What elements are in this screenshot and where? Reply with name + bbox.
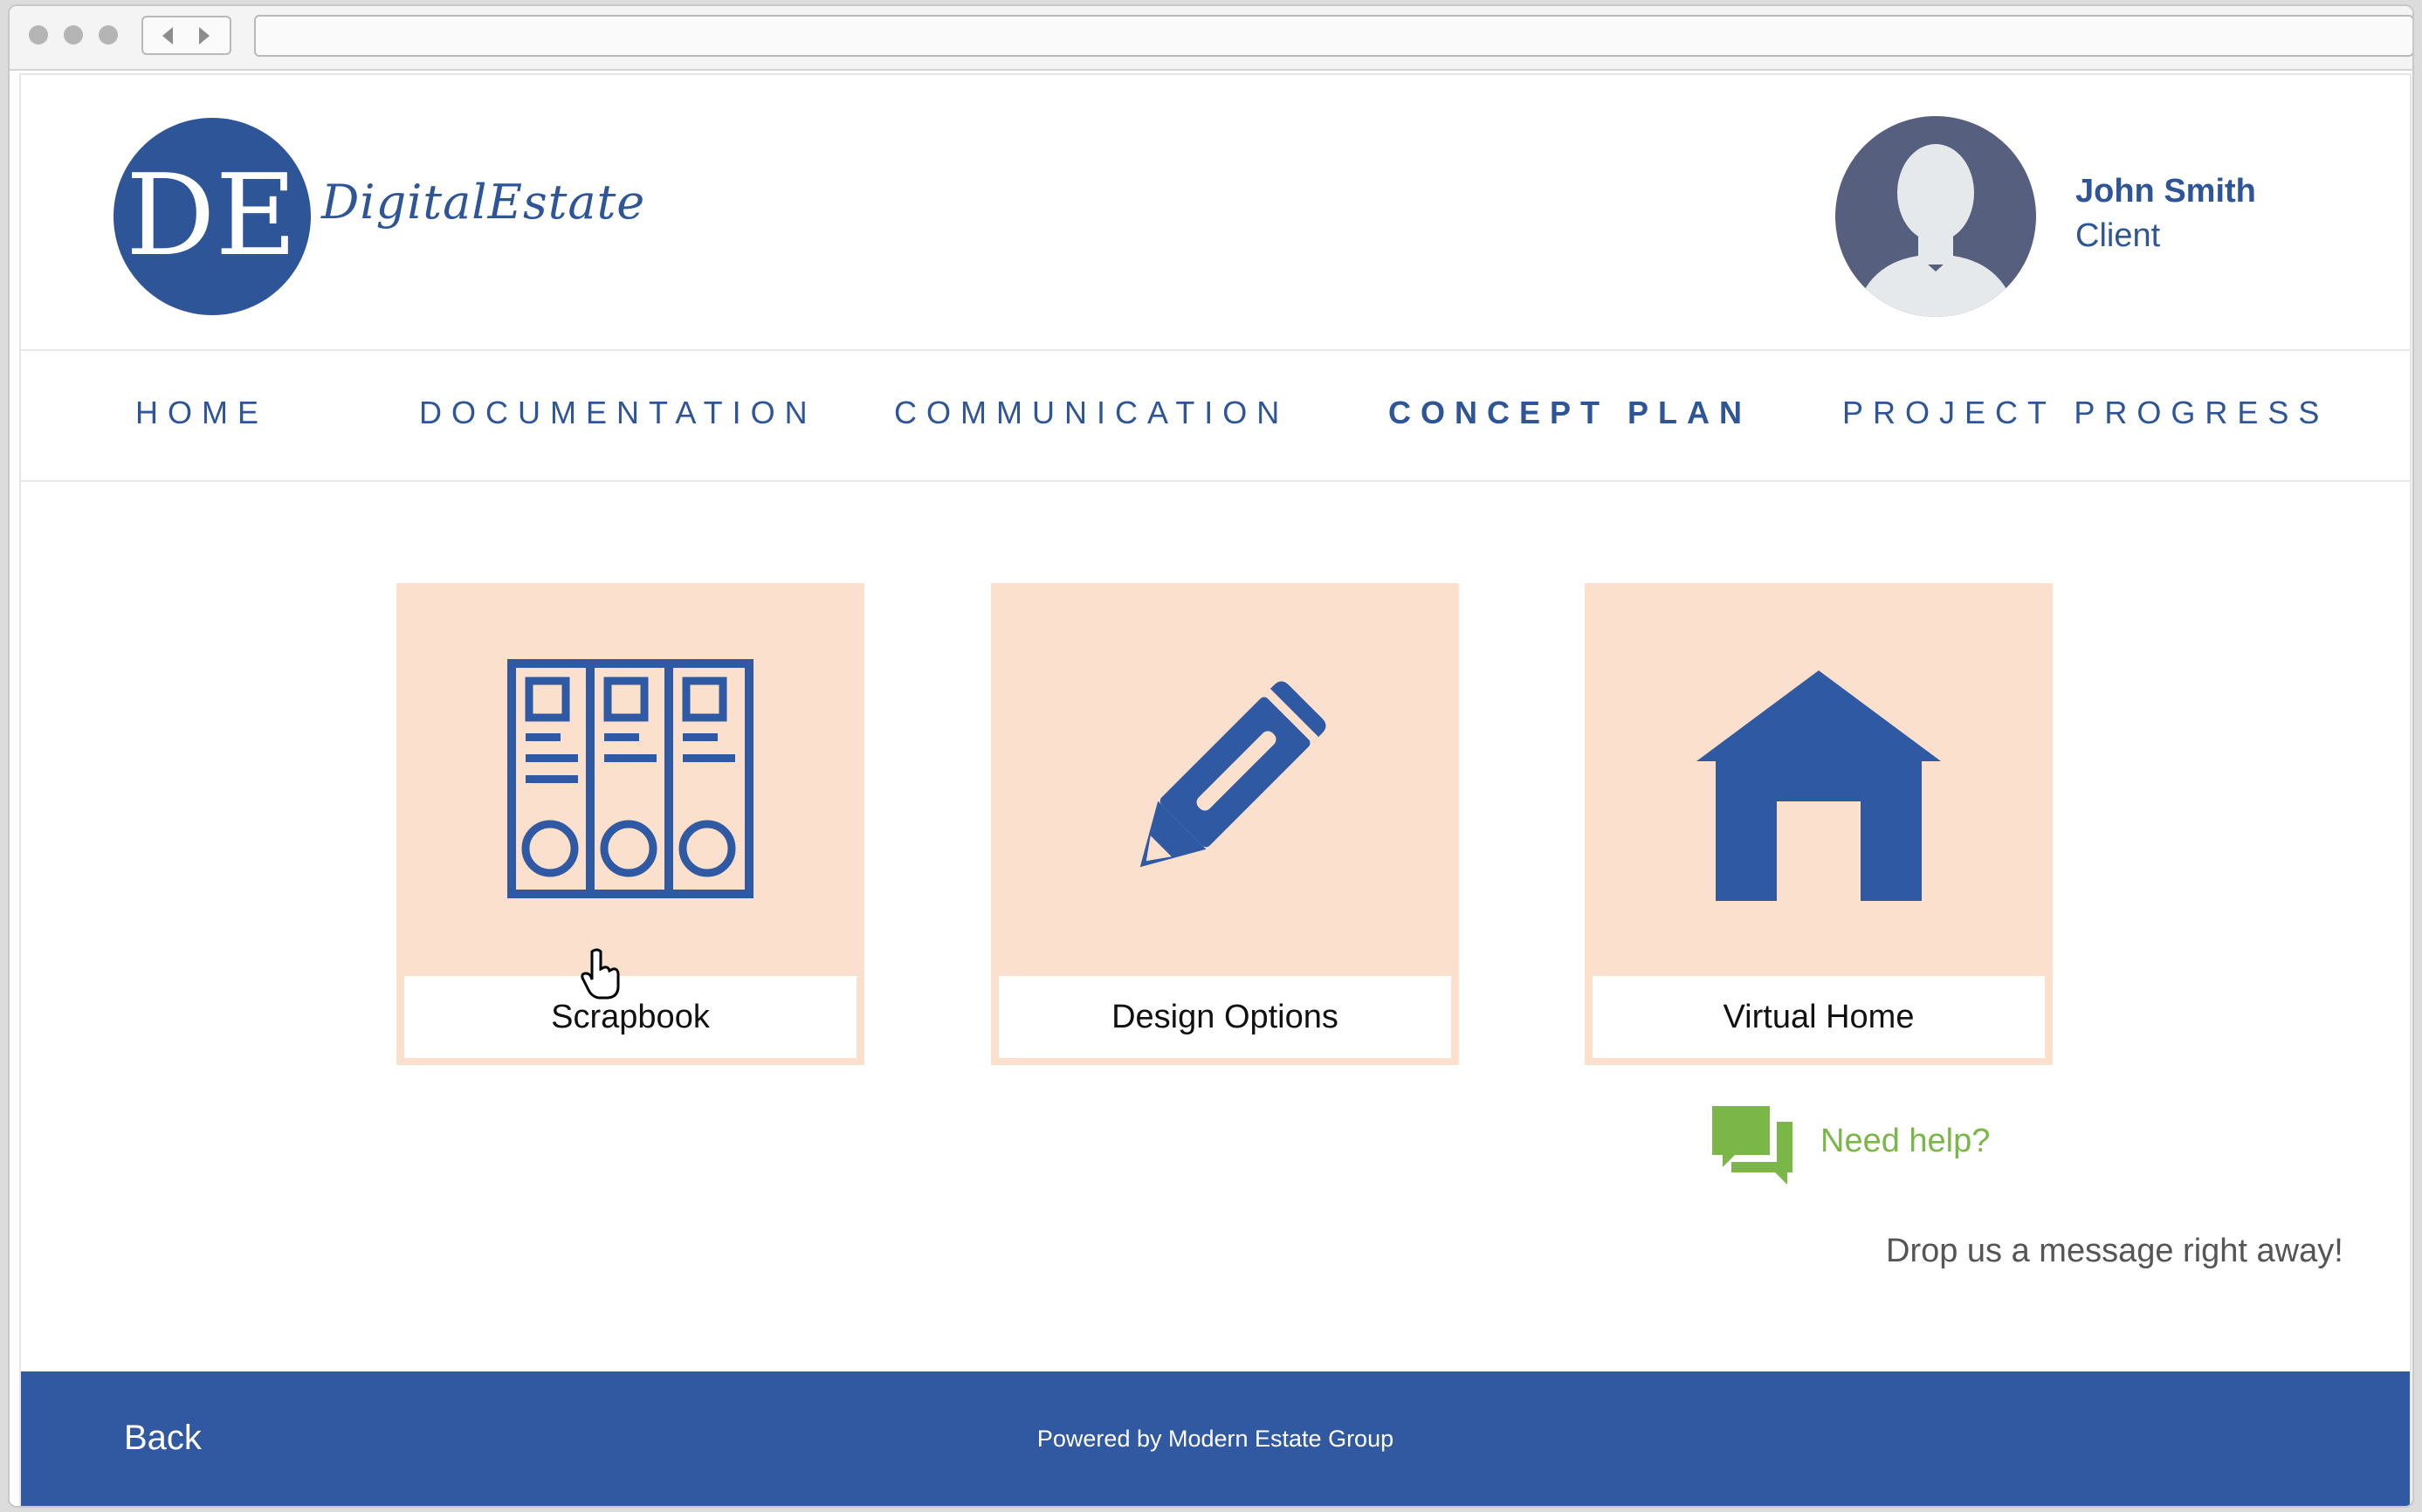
browser-nav-buttons [141,16,231,55]
browser-toolbar [10,6,2412,71]
svg-text:DE: DE [126,151,297,281]
user-role: Client [2075,217,2161,254]
hand-cursor-icon [581,948,620,1000]
help-message: Drop us a message right away! [1886,1233,2343,1269]
nav-item-documentation[interactable]: DOCUMENTATION [419,395,817,431]
scrapbook-label: Scrapbook [404,976,857,1058]
virtual-home-label: Virtual Home [1593,976,2045,1058]
chat-bubbles-icon[interactable] [1709,1103,1796,1186]
window-minimize-dot[interactable] [64,25,83,45]
design-options-label: Design Options [999,976,1451,1058]
user-name[interactable]: John Smith [2075,173,2256,210]
back-arrow-icon[interactable] [159,25,176,46]
main-nav: HOME DOCUMENTATION COMMUNICATION CONCEPT… [21,351,2410,480]
house-icon [1696,670,1941,901]
pencil-icon [1139,681,1326,868]
browser-window: DE DigitalEstate John Smith Client HOME … [8,4,2414,1508]
forward-arrow-icon[interactable] [196,25,213,46]
nav-divider [21,480,2410,482]
window-zoom-dot[interactable] [99,25,118,45]
address-bar[interactable] [254,15,2412,57]
need-help-link[interactable]: Need help? [1820,1123,1990,1160]
nav-item-project-progress[interactable]: PROJECT PROGRESS [1842,395,2329,431]
design-options-icon-area [991,583,1459,976]
scrapbook-icon-area [396,583,864,976]
nav-item-concept-plan[interactable]: CONCEPT PLAN [1388,395,1751,431]
window-close-dot[interactable] [29,25,48,45]
design-options-card[interactable]: Design Options [991,583,1459,1065]
nav-item-communication[interactable]: COMMUNICATION [894,395,1289,431]
virtual-home-icon-area [1585,583,2053,976]
user-avatar-icon[interactable] [1835,116,2036,317]
digitalestate-logo-icon[interactable]: DE [114,118,311,315]
scrapbook-card[interactable]: Scrapbook [396,583,864,1065]
site-footer: Back Powered by Modern Estate Group [21,1371,2410,1506]
binders-icon [507,659,753,898]
site-header: DE DigitalEstate John Smith Client [21,75,2410,349]
virtual-home-card[interactable]: Virtual Home [1585,583,2053,1065]
nav-item-home[interactable]: HOME [135,395,268,431]
app-page: DE DigitalEstate John Smith Client HOME … [19,73,2412,1506]
brand-name: DigitalEstate [321,175,646,230]
powered-by-text: Powered by Modern Estate Group [1036,1426,1394,1452]
